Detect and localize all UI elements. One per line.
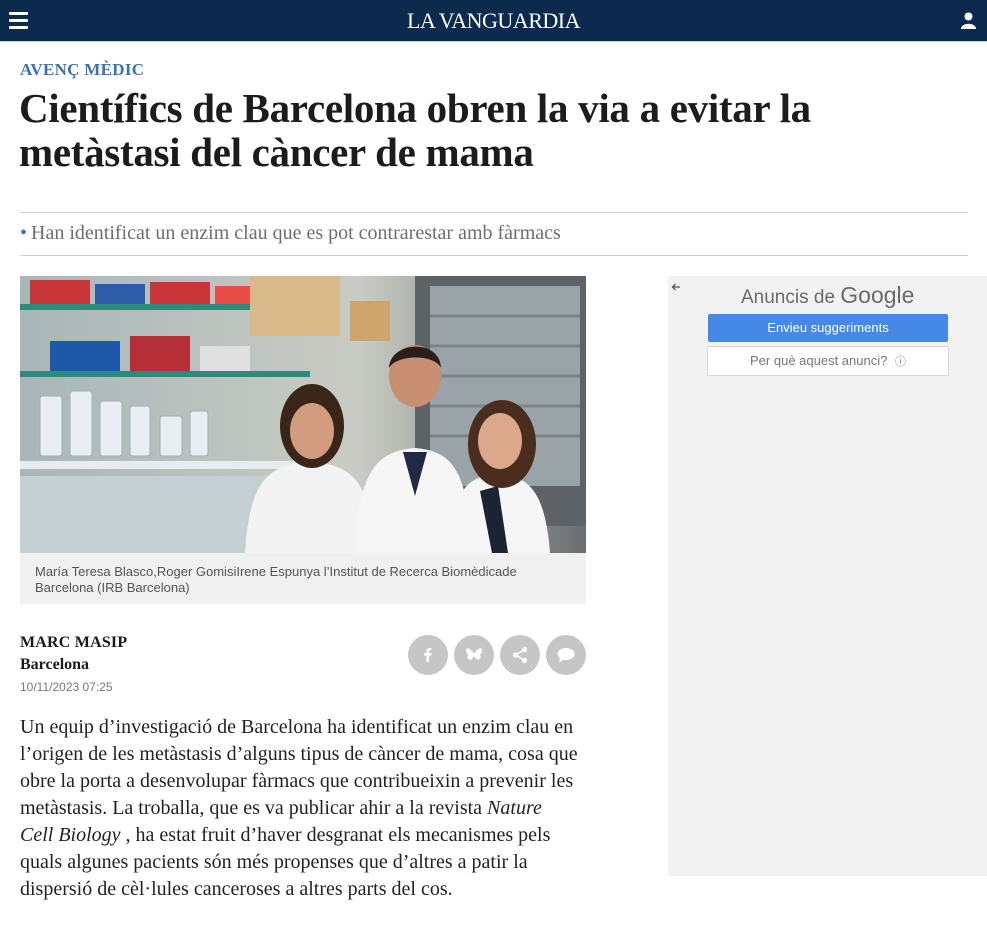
ad-title: Anuncis de Google bbox=[741, 282, 914, 309]
comment-icon bbox=[557, 648, 575, 663]
article-headline: Científics de Barcelona obren la via a e… bbox=[19, 85, 811, 175]
section-label[interactable]: AVENÇ MÈDIC bbox=[20, 60, 144, 80]
photo-caption: María Teresa Blasco,Roger GomisiIrene Es… bbox=[35, 564, 517, 595]
top-navigation-bar: LA VANGUARDIA bbox=[0, 0, 987, 42]
info-icon: ⓘ bbox=[894, 356, 906, 368]
user-icon[interactable] bbox=[961, 12, 976, 29]
comment-button[interactable] bbox=[546, 635, 586, 675]
google-ad-panel: Anuncis de Google Envieu suggeriments Pe… bbox=[668, 276, 987, 876]
divider bbox=[20, 255, 968, 256]
divider bbox=[20, 212, 968, 213]
facebook-icon bbox=[424, 648, 432, 662]
photo-caption-box: María Teresa Blasco,Roger GomisiIrene Es… bbox=[20, 553, 586, 604]
send-feedback-button[interactable]: Envieu suggeriments bbox=[708, 314, 948, 342]
article-location: Barcelona bbox=[20, 656, 90, 673]
ad-title-prefix: Anuncis de bbox=[741, 287, 836, 308]
site-logo[interactable]: LA VANGUARDIA bbox=[0, 8, 987, 34]
share-button[interactable] bbox=[500, 635, 540, 675]
google-logo: Google bbox=[840, 282, 915, 308]
article-photo bbox=[20, 276, 586, 553]
bluesky-share-button[interactable] bbox=[454, 635, 494, 675]
facebook-share-button[interactable] bbox=[408, 635, 448, 675]
back-arrow-icon[interactable] bbox=[670, 278, 682, 291]
why-this-ad-button[interactable]: Per què aquest anunci? ⓘ bbox=[707, 346, 949, 376]
article-subtitle: • Han identificat un enzim clau que es po… bbox=[20, 222, 561, 245]
subtitle-text: Han identificat un enzim clau que es pot… bbox=[31, 222, 561, 244]
article-body-paragraph: Un equip d’investigació de Barcelona ha … bbox=[20, 714, 580, 903]
bluesky-icon bbox=[466, 648, 482, 660]
article-date: 10/11/2023 07:25 bbox=[20, 680, 113, 694]
bullet-icon: • bbox=[20, 222, 28, 244]
share-icon bbox=[512, 646, 528, 664]
author-name[interactable]: MARC MASIP bbox=[20, 634, 127, 652]
why-this-ad-label: Per què aquest anunci? bbox=[750, 353, 888, 368]
